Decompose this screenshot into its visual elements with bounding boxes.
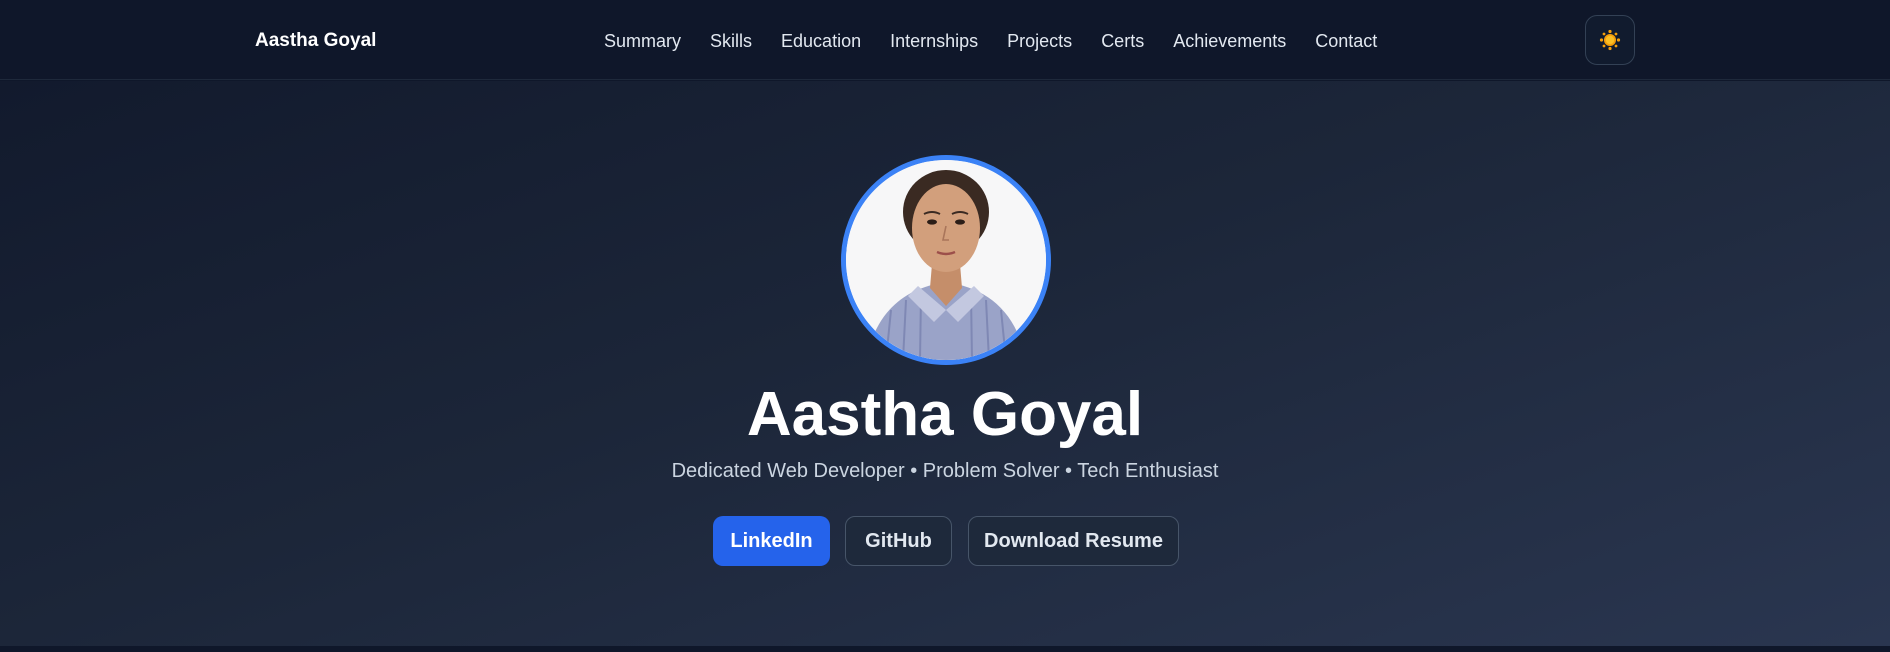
nav-link-contact[interactable]: Contact bbox=[1315, 28, 1377, 54]
download-resume-button[interactable]: Download Resume bbox=[968, 516, 1179, 566]
nav-link-certs[interactable]: Certs bbox=[1101, 28, 1144, 54]
nav-link-education[interactable]: Education bbox=[781, 28, 861, 54]
cta-buttons: LinkedIn GitHub Download Resume bbox=[713, 516, 1179, 566]
nav-link-skills[interactable]: Skills bbox=[710, 28, 752, 54]
brand-name[interactable]: Aastha Goyal bbox=[255, 28, 376, 54]
linkedin-button[interactable]: LinkedIn bbox=[713, 516, 830, 566]
nav-link-internships[interactable]: Internships bbox=[890, 28, 978, 54]
nav-links: Summary Skills Education Internships Pro… bbox=[604, 28, 1377, 54]
sun-icon bbox=[1599, 29, 1621, 51]
profile-photo bbox=[846, 160, 1046, 360]
section-divider bbox=[0, 646, 1890, 652]
nav-link-achievements[interactable]: Achievements bbox=[1173, 28, 1286, 54]
top-navbar: Aastha Goyal Summary Skills Education In… bbox=[0, 0, 1890, 80]
avatar bbox=[841, 155, 1051, 365]
hero-name-heading: Aastha Goyal bbox=[746, 380, 1144, 449]
github-button[interactable]: GitHub bbox=[845, 516, 952, 566]
nav-link-projects[interactable]: Projects bbox=[1007, 28, 1072, 54]
nav-link-summary[interactable]: Summary bbox=[604, 28, 681, 54]
hero-tagline: Dedicated Web Developer • Problem Solver… bbox=[671, 460, 1219, 482]
theme-toggle-button[interactable] bbox=[1585, 15, 1635, 65]
